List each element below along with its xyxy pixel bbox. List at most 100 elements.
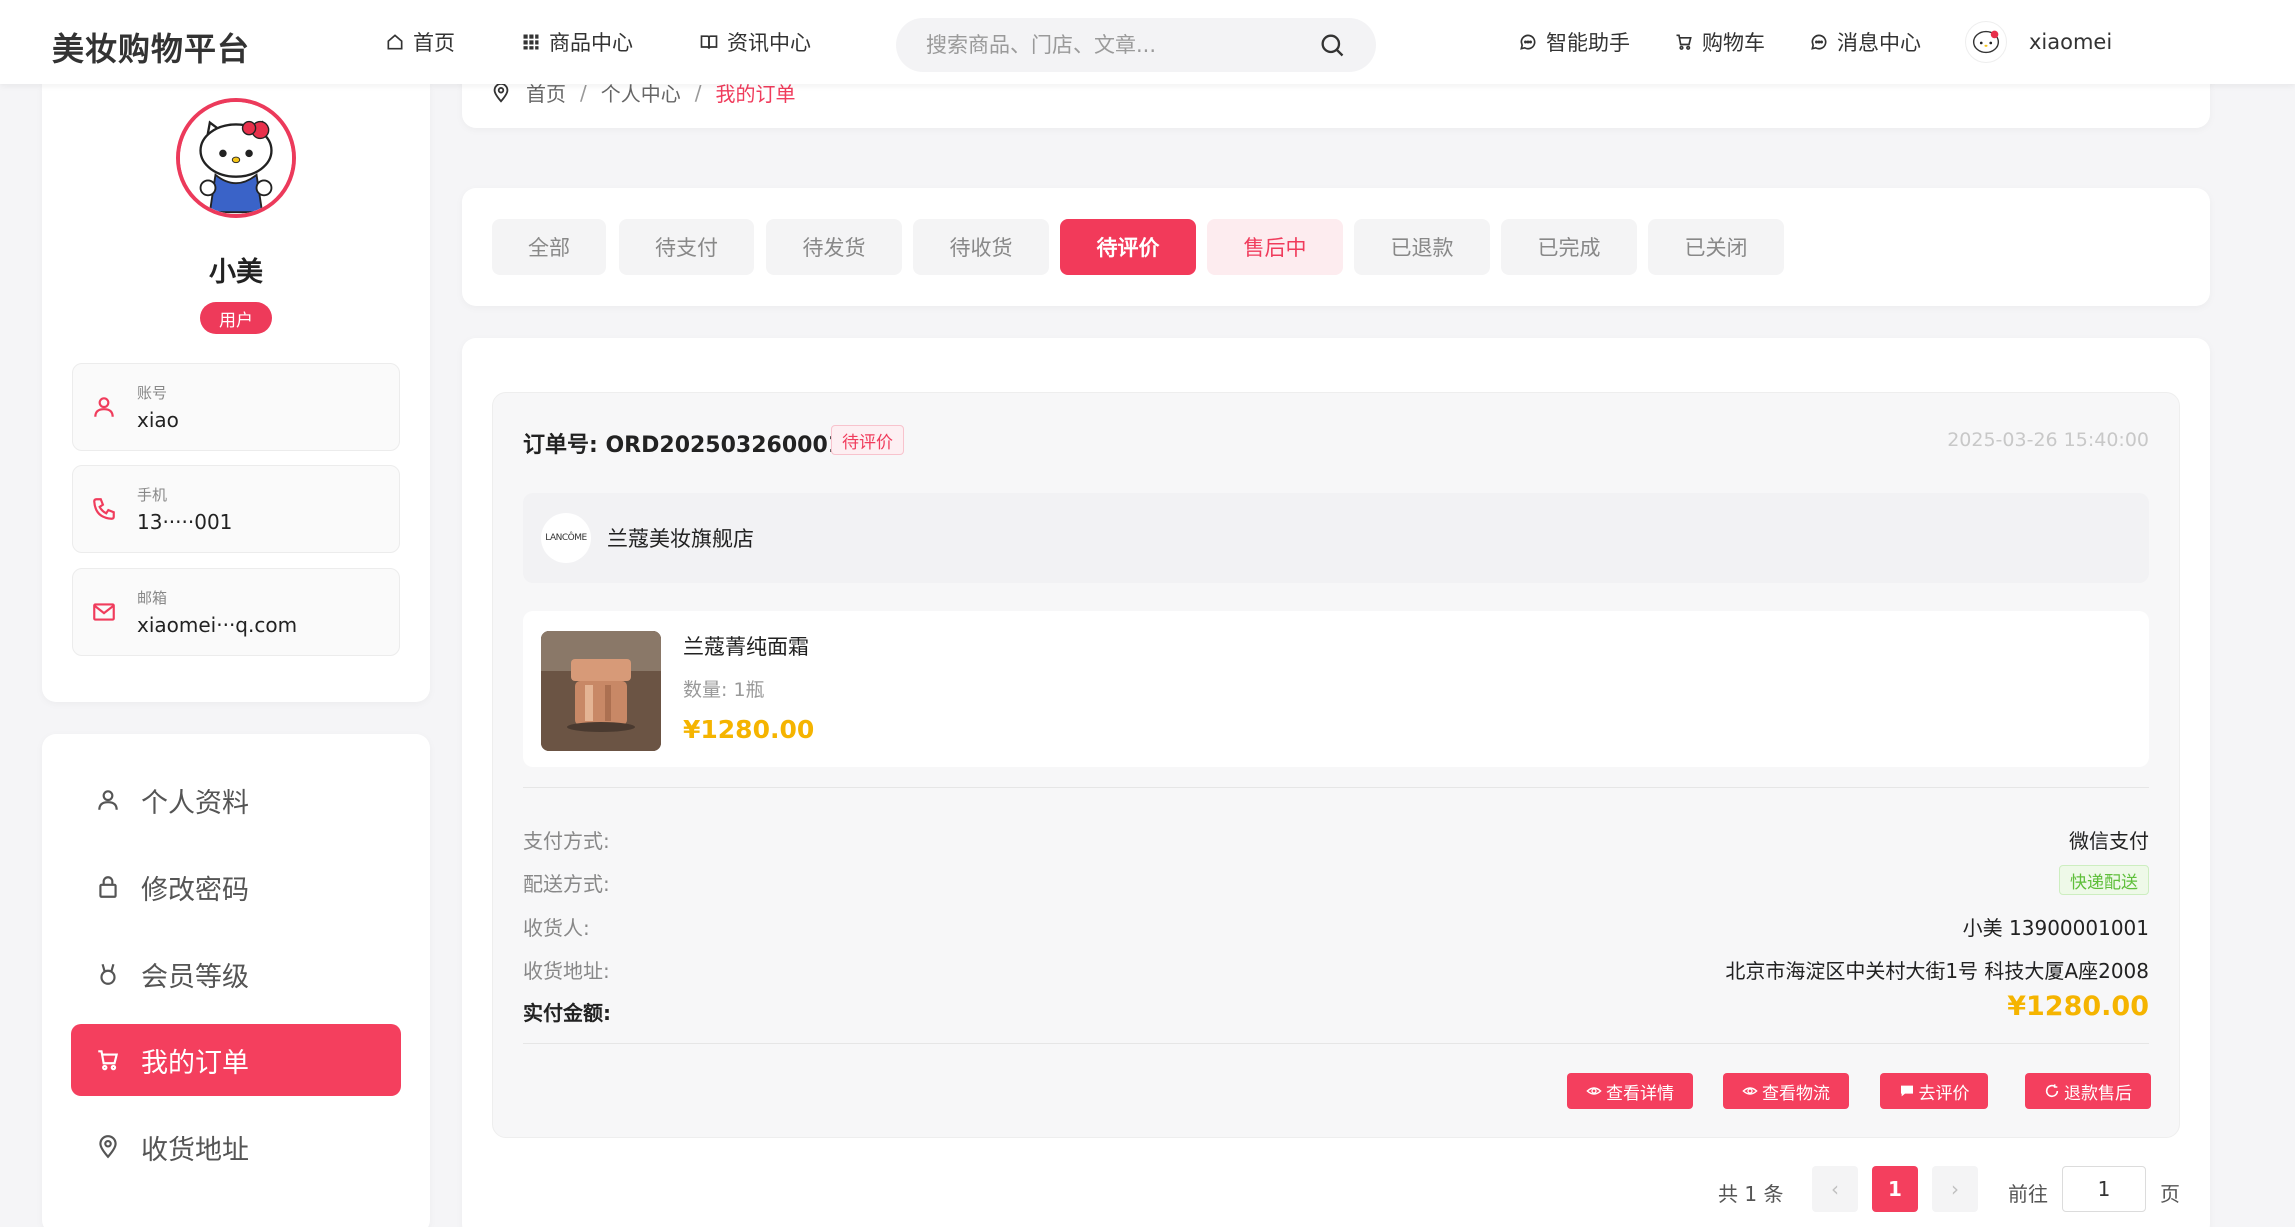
account-label: 账号 (137, 384, 168, 402)
tab-closed[interactable]: 已关闭 (1648, 219, 1784, 275)
nav-home-label: 首页 (413, 31, 455, 55)
email-field: 邮箱 xiaomei···q.com (72, 568, 400, 656)
payment-method-label: 支付方式: (523, 829, 610, 853)
cream-jar-image (541, 631, 661, 751)
review-label: 去评价 (1918, 1083, 1970, 1104)
order-status-tabs: 全部 待支付 待发货 待收货 待评价 售后中 已退款 已完成 已关闭 (462, 188, 2210, 306)
tab-refunded[interactable]: 已退款 (1354, 219, 1490, 275)
kitty-avatar-icon (180, 102, 292, 214)
nav-cart-label: 购物车 (1702, 31, 1765, 55)
phone-field: 手机 13·····001 (72, 465, 400, 553)
book-icon (700, 35, 718, 49)
location-icon (99, 1135, 117, 1159)
delivery-method-badge: 快递配送 (2059, 865, 2149, 895)
menu-item-label: 我的订单 (141, 1047, 249, 1079)
goto-page-input[interactable] (2062, 1166, 2146, 1212)
tab-after-sales[interactable]: 售后中 (1207, 219, 1343, 275)
user-icon (94, 397, 114, 417)
product-row[interactable]: 兰蔻菁纯面霜 数量: 1瓶 ¥1280.00 (523, 611, 2149, 767)
cart-icon (98, 1050, 119, 1071)
nav-assistant-label: 智能助手 (1546, 31, 1630, 55)
total-label: 实付金额: (523, 1001, 611, 1025)
account-field: 账号 xiao (72, 363, 400, 451)
view-details-button[interactable]: 查看详情 (1567, 1073, 1693, 1109)
product-title[interactable]: 兰蔻菁纯面霜 (683, 631, 809, 661)
search-bar (896, 18, 1376, 72)
grid-icon (523, 34, 539, 50)
email-value: xiaomei···q.com (137, 613, 298, 637)
breadcrumb-separator: / (580, 80, 587, 105)
menu-item-label: 收货地址 (141, 1134, 249, 1166)
refund-button[interactable]: 退款售后 (2025, 1073, 2151, 1109)
menu-item-label: 修改密码 (141, 874, 249, 906)
view-logistics-button[interactable]: 查看物流 (1723, 1073, 1849, 1109)
lock-icon (99, 876, 117, 898)
divider (523, 1043, 2149, 1044)
refund-label: 退款售后 (2064, 1083, 2132, 1104)
phone-icon (93, 498, 115, 520)
tab-pending-payment[interactable]: 待支付 (619, 219, 754, 275)
tab-pending-shipment[interactable]: 待发货 (766, 219, 902, 275)
nav-products[interactable]: 商品中心 (521, 27, 633, 57)
menu-item-password[interactable]: 修改密码 (71, 851, 401, 923)
menu-item-label: 个人资料 (141, 787, 249, 819)
address-label: 收货地址: (523, 959, 610, 983)
total-amount: ¥1280.00 (2007, 991, 2149, 1022)
menu-item-membership[interactable]: 会员等级 (71, 938, 401, 1010)
view-logistics-label: 查看物流 (1762, 1083, 1830, 1104)
delivery-method-label: 配送方式: (523, 872, 610, 896)
menu-item-profile[interactable]: 个人资料 (71, 764, 401, 836)
product-image[interactable] (541, 631, 661, 751)
shop-name: 兰蔻美妆旗舰店 (607, 527, 754, 551)
main-nav: 首页 商品中心 资讯中心 (385, 0, 877, 84)
profile-avatar[interactable] (176, 98, 296, 218)
prev-page-button[interactable]: ‹ (1812, 1166, 1858, 1212)
shop-row[interactable]: LANCÔME 兰蔻美妆旗舰店 (523, 493, 2149, 583)
view-details-label: 查看详情 (1606, 1083, 1674, 1104)
phone-value: 13·····001 (137, 510, 233, 534)
nav-messages[interactable]: 消息中心 (1809, 27, 1921, 57)
next-page-button[interactable]: › (1932, 1166, 1978, 1212)
pagination: 共 1 条 ‹ 1 › 前往 页 (462, 1166, 2210, 1216)
nav-home[interactable]: 首页 (385, 27, 455, 57)
order-id-label: 订单号: (523, 433, 598, 458)
tab-all[interactable]: 全部 (492, 219, 606, 275)
eye-icon (1586, 1087, 1602, 1095)
account-value: xiao (137, 408, 179, 432)
order-id-value: ORD202503260001 (605, 433, 844, 458)
tab-completed[interactable]: 已完成 (1501, 219, 1637, 275)
site-logo[interactable]: 美妆购物平台 (52, 24, 250, 70)
nav-news[interactable]: 资讯中心 (699, 27, 811, 57)
menu-item-address[interactable]: 收货地址 (71, 1111, 401, 1183)
menu-item-orders[interactable]: 我的订单 (71, 1024, 401, 1096)
tab-pending-review[interactable]: 待评价 (1060, 219, 1196, 275)
nav-assistant[interactable]: 智能助手 (1518, 27, 1630, 57)
top-header: 美妆购物平台 首页 商品中心 资讯中心 智能助手 购物车 消息中心 (0, 0, 2295, 84)
home-icon (387, 34, 403, 50)
review-button[interactable]: 去评价 (1880, 1073, 1988, 1109)
chat-icon (1520, 34, 1536, 50)
profile-card: 小美 用户 账号 xiao 手机 13·····001 邮箱 xiaomei··… (42, 84, 430, 702)
menu-item-label: 会员等级 (141, 961, 249, 993)
user-icon (98, 790, 118, 810)
search-input[interactable] (926, 33, 1318, 57)
divider (523, 787, 2149, 788)
comment-icon (1900, 1085, 1913, 1097)
page-1-button[interactable]: 1 (1872, 1166, 1918, 1212)
goto-label: 前往 (2008, 1182, 2048, 1206)
shop-logo: LANCÔME (541, 513, 591, 563)
search-icon[interactable] (1318, 31, 1346, 59)
avatar[interactable] (1965, 21, 2007, 63)
nav-messages-label: 消息中心 (1837, 31, 1921, 55)
email-label: 邮箱 (137, 589, 168, 607)
order-time: 2025-03-26 15:40:00 (1947, 429, 2149, 451)
nav-cart[interactable]: 购物车 (1674, 27, 1765, 57)
product-quantity: 数量: 1瓶 (683, 679, 765, 701)
nav-news-label: 资讯中心 (727, 31, 811, 55)
header-username[interactable]: xiaomei (2029, 30, 2112, 54)
profile-name: 小美 (209, 257, 263, 288)
refresh-icon (2045, 1084, 2059, 1098)
order-id: 订单号: ORD202503260001 (523, 427, 843, 459)
tab-pending-receipt[interactable]: 待收货 (913, 219, 1049, 275)
order-card: 订单号: ORD202503260001 待评价 2025-03-26 15:4… (492, 392, 2180, 1138)
